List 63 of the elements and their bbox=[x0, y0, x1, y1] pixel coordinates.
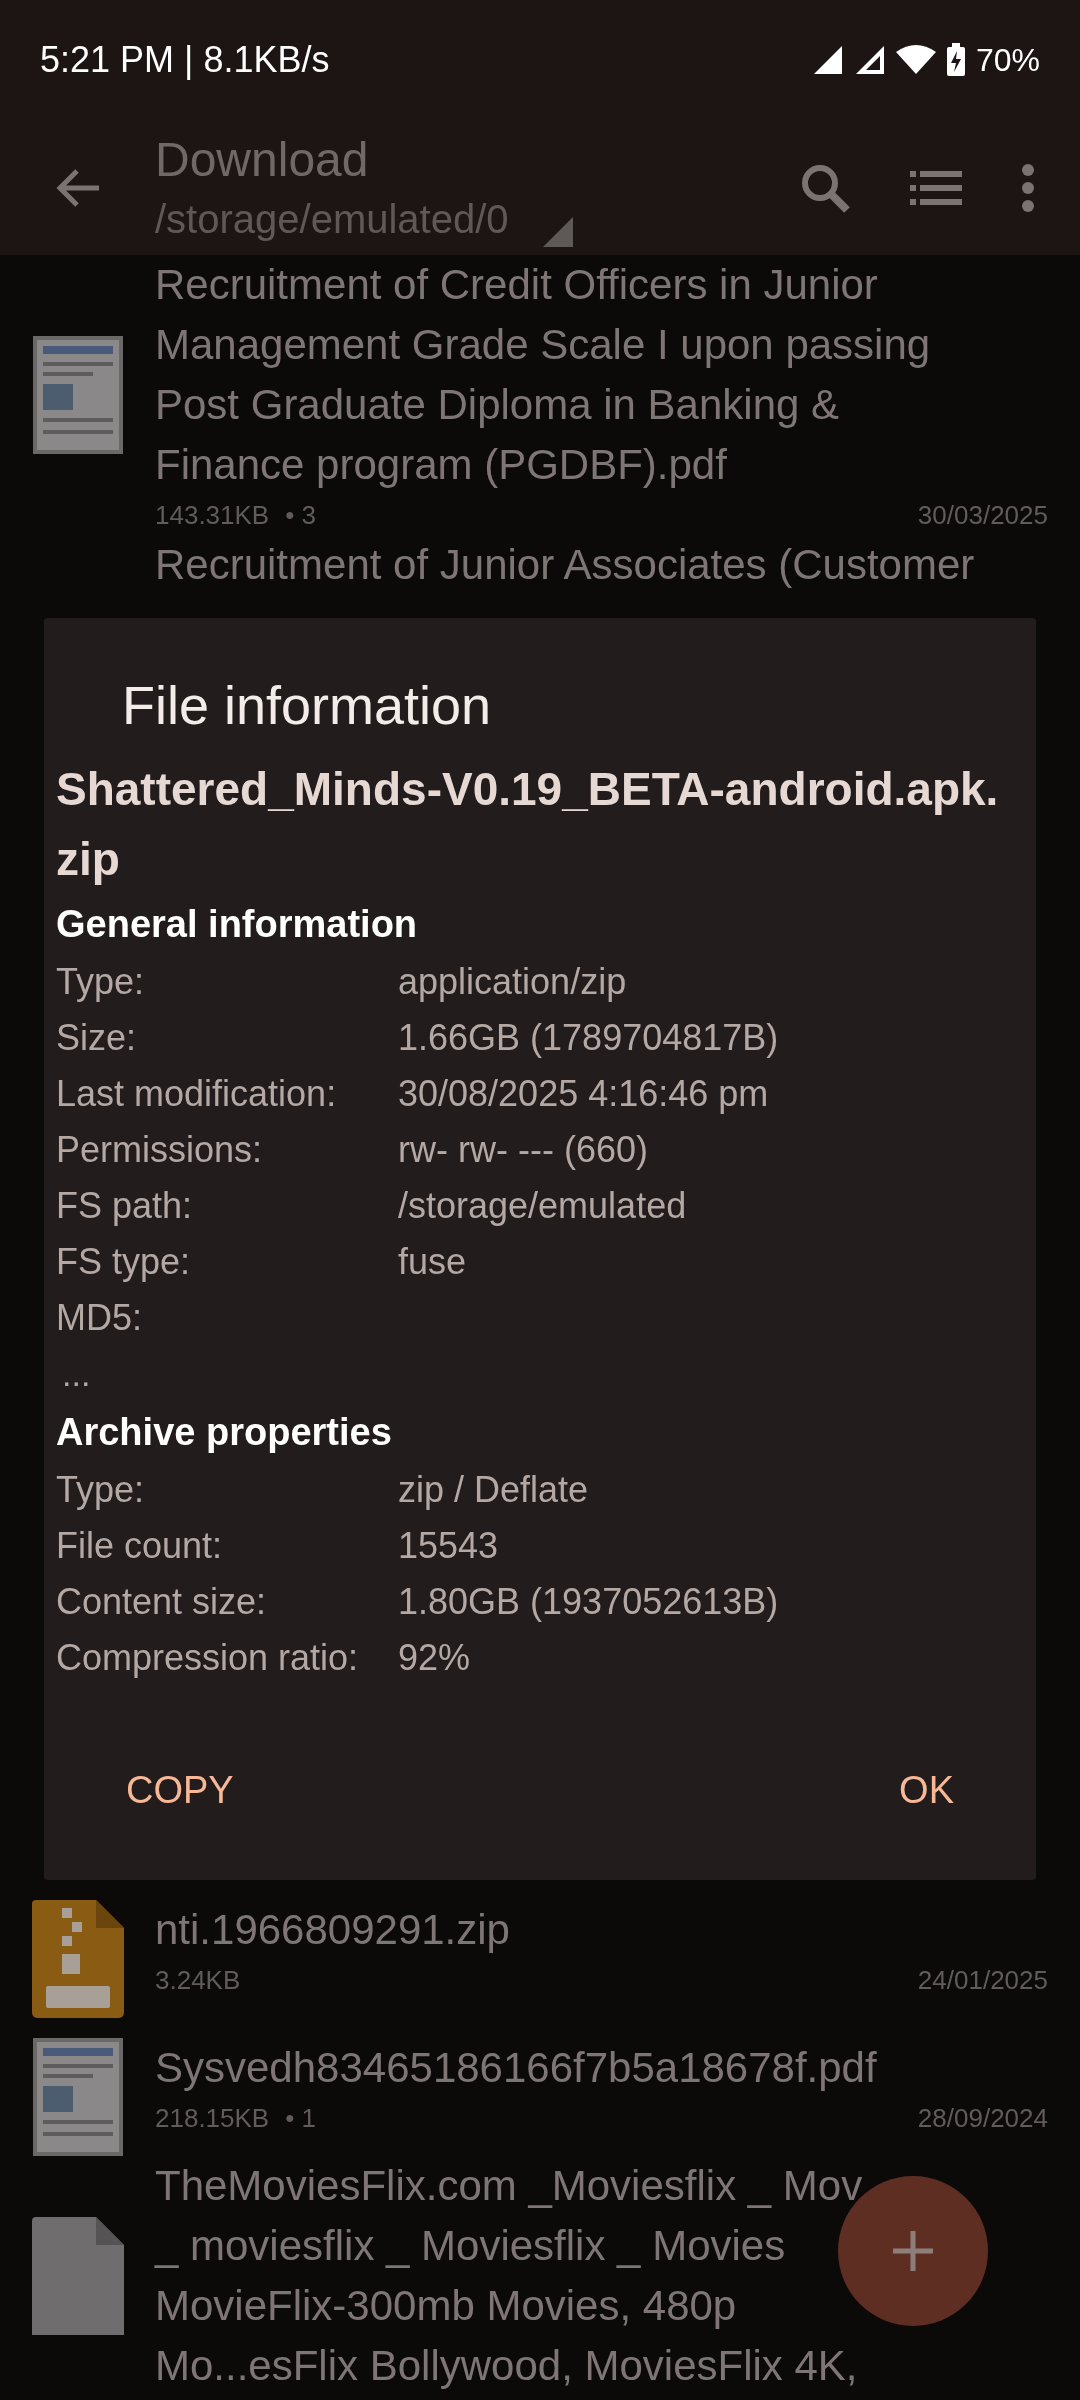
info-value: 92% bbox=[398, 1636, 471, 1680]
file-date: 30/03/2025 bbox=[917, 498, 1048, 532]
file-name[interactable]: Post Graduate Diploma in Banking & bbox=[155, 375, 1048, 435]
file-name[interactable]: MovieFlix-300mb Movies, 480p bbox=[155, 2276, 1048, 2336]
file-name: Shattered_Minds-V0.19_BETA-android.apk.zip bbox=[56, 762, 1000, 887]
page-count: • 3 bbox=[285, 498, 316, 532]
section-heading: Archive properties bbox=[56, 1410, 393, 1455]
file-size: 143.31KB bbox=[155, 498, 270, 532]
file-name[interactable]: Sysvedh83465186166f7b5a18678f.pdf bbox=[155, 2038, 1048, 2098]
info-label: Size: bbox=[56, 1016, 138, 1060]
more-options-icon[interactable] bbox=[1022, 163, 1034, 212]
folder-path[interactable]: /storage/emulated/0 bbox=[155, 190, 509, 247]
page-count: • 1 bbox=[285, 2101, 316, 2135]
info-label: FS path: bbox=[56, 1184, 194, 1228]
file-icon bbox=[31, 2217, 124, 2335]
file-name[interactable]: Mo...esFlix Bollywood, MoviesFlix 4K, bbox=[155, 2336, 1048, 2396]
status-time: 5:21 PM | 8.1KB/s bbox=[40, 38, 330, 82]
file-name[interactable]: Finance program (PGDBF).pdf bbox=[155, 435, 1048, 495]
info-value: rw- rw- --- (660) bbox=[398, 1128, 648, 1172]
info-value: /storage/emulated bbox=[398, 1184, 687, 1228]
info-label: Content size: bbox=[56, 1580, 268, 1624]
dropdown-icon[interactable] bbox=[542, 216, 573, 247]
document-thumbnail-icon bbox=[32, 336, 123, 454]
info-value: 15543 bbox=[398, 1524, 499, 1568]
search-icon[interactable] bbox=[800, 162, 850, 213]
more-indicator: ... bbox=[61, 1354, 92, 1395]
list-view-icon[interactable] bbox=[910, 170, 962, 205]
file-name[interactable]: _ moviesflix _ Moviesflix _ Movies bbox=[155, 2216, 1048, 2276]
file-name[interactable]: Management Grade Scale I upon passing bbox=[155, 315, 1048, 375]
document-thumbnail-icon bbox=[32, 2038, 123, 2156]
section-heading: General information bbox=[56, 902, 419, 947]
file-name[interactable]: Recruitment of Credit Officers in Junior bbox=[155, 255, 1048, 315]
info-value: 30/08/2025 4:16:46 pm bbox=[398, 1072, 769, 1116]
dialog-title: File information bbox=[121, 674, 493, 737]
file-size: 218.15KB bbox=[155, 2101, 270, 2135]
info-value: application/zip bbox=[398, 960, 627, 1004]
info-value: 1.80GB (1937052613B) bbox=[398, 1580, 779, 1624]
info-label: Type: bbox=[56, 1468, 146, 1512]
info-label: FS type: bbox=[56, 1240, 192, 1284]
file-name[interactable]: TheMoviesFlix.com _Moviesflix _ Mov bbox=[155, 2156, 1048, 2216]
file-date: 24/01/2025 bbox=[917, 1963, 1048, 1997]
info-value: 1.66GB (1789704817B) bbox=[398, 1016, 779, 1060]
info-label: Last modification: bbox=[56, 1072, 338, 1116]
file-name[interactable]: Recruitment of Junior Associates (Customer bbox=[155, 535, 1048, 595]
dialog-button[interactable]: COPY bbox=[116, 1760, 244, 1820]
info-value: fuse bbox=[398, 1240, 467, 1284]
file-date: 28/09/2024 bbox=[917, 2101, 1048, 2135]
dialog-button[interactable]: OK bbox=[889, 1760, 964, 1820]
back-arrow-icon bbox=[54, 166, 101, 209]
info-label: Type: bbox=[56, 960, 146, 1004]
info-label: MD5: bbox=[56, 1296, 143, 1340]
info-value: zip / Deflate bbox=[398, 1468, 589, 1512]
file-size: 3.24KB bbox=[155, 1963, 241, 1997]
folder-title: Download bbox=[155, 131, 370, 188]
plus-icon bbox=[893, 2231, 933, 2271]
info-label: Compression ratio: bbox=[56, 1636, 360, 1680]
wifi-icon bbox=[895, 44, 936, 76]
info-label: Permissions: bbox=[56, 1128, 264, 1172]
zip-file-icon bbox=[31, 1900, 124, 2018]
file-name[interactable]: nti.1966809291.zip bbox=[155, 1900, 1048, 1960]
battery-icon bbox=[945, 43, 966, 77]
battery-level: 70% bbox=[975, 41, 1040, 80]
info-label: File count: bbox=[56, 1524, 224, 1568]
